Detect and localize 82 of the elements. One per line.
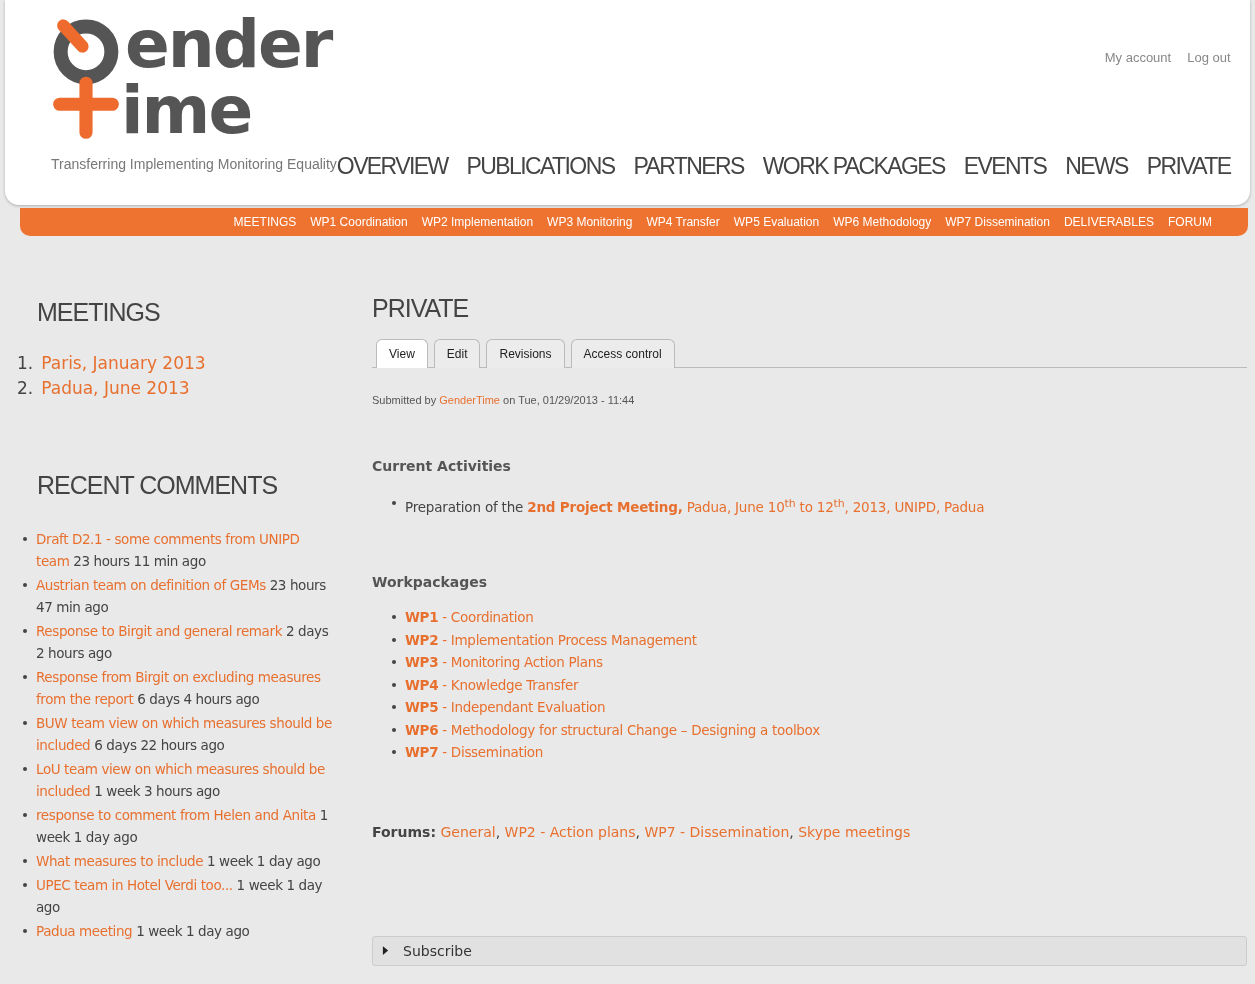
forums-line: Forums: General, WP2 - Action plans, WP7 - Dissemination, Skype meetings — [372, 823, 912, 840]
workpackage-link[interactable]: WP3 - Monitoring Action Plans — [405, 651, 603, 674]
bullet-icon — [23, 859, 27, 863]
tab[interactable]: Edit — [433, 339, 481, 368]
logo-text: ime — [121, 78, 253, 144]
bullet-icon — [23, 721, 27, 725]
subnav-link[interactable]: WP1 Coordination — [310, 215, 408, 229]
subscribe-toggle[interactable]: Subscribe — [372, 935, 1247, 966]
bullet-icon — [23, 767, 27, 771]
meeting-link[interactable]: Paris, January 2013 — [41, 351, 206, 376]
workpackage-link[interactable]: WP7 - Dissemination — [405, 741, 544, 764]
section-heading: Workpackages — [372, 574, 489, 590]
bullet-icon — [392, 501, 396, 505]
bullet-icon — [23, 883, 27, 887]
workpackage-link[interactable]: WP6 - Methodology for structural Change – Designing a toolbox — [405, 718, 820, 741]
subnav-link[interactable]: WP7 Dissemination — [945, 215, 1050, 229]
comment-entry[interactable]: Response from Birgit on excluding measures from the report 6 days 4 hours ago — [36, 666, 336, 710]
bullet-icon — [23, 629, 27, 633]
comment-entry[interactable]: Austrian team on definition of GEMs 23 hours 47 min ago — [36, 574, 336, 618]
nav-link[interactable]: OVERVIEW — [336, 153, 448, 180]
comment-entry[interactable]: What measures to include 1 week 1 day ago — [36, 850, 336, 872]
submitted-info: Submitted by GenderTime on Tue, 01/29/2013 - 11:44 — [372, 394, 636, 406]
page-title: PRIVATE — [372, 294, 470, 323]
tab[interactable]: Access control — [570, 339, 675, 368]
nav-link[interactable]: PUBLICATIONS — [466, 153, 615, 180]
workpackage-link[interactable]: WP1 - Coordination — [405, 606, 534, 629]
forum-topic-link[interactable]: WP7 - Dissemination — [644, 823, 790, 840]
bullet-icon — [23, 813, 27, 817]
bullet-icon — [392, 660, 396, 664]
comment-entry[interactable]: UPEC team in Hotel Verdi too... 1 week 1 day ago — [36, 874, 336, 918]
subnav-link[interactable]: WP2 Implementation — [421, 215, 534, 229]
comment-entry[interactable]: Padua meeting 1 week 1 day ago — [36, 920, 336, 942]
subnav-link[interactable]: DELIVERABLES — [1063, 215, 1154, 229]
forum-topic-link[interactable]: General — [440, 823, 496, 840]
bullet-icon — [23, 675, 27, 679]
list-number: 2. — [17, 377, 34, 400]
bullet-icon — [23, 929, 27, 933]
author-link[interactable]: GenderTime — [439, 394, 500, 406]
subnav-link[interactable]: MEETINGS — [233, 215, 297, 229]
bullet-icon — [392, 750, 396, 754]
block-title: MEETINGS — [37, 298, 161, 327]
subnav-link[interactable]: FORUM — [1168, 215, 1212, 229]
caret-icon — [382, 946, 389, 955]
bullet-icon — [392, 727, 396, 732]
logo-symbol-icon — [51, 16, 121, 140]
forum-topic-link[interactable]: Skype meetings — [798, 823, 911, 840]
list-number: 1. — [17, 352, 34, 375]
block-title: RECENT COMMENTS — [37, 471, 279, 500]
subnav-link[interactable]: WP4 Transfer — [646, 215, 720, 229]
bullet-icon — [23, 537, 27, 541]
workpackage-link[interactable]: WP4 - Knowledge Transfer — [405, 673, 579, 696]
bullet-icon — [392, 615, 396, 619]
subnav-link[interactable]: WP5 Evaluation — [733, 215, 820, 229]
subnav-link[interactable]: WP3 Monitoring — [547, 215, 633, 229]
comment-entry[interactable]: Response to Birgit and general remark 2 days 2 hours ago — [36, 620, 336, 664]
comment-entry[interactable]: BUW team view on which measures should be included 6 days 22 hours ago — [36, 712, 336, 756]
workpackage-link[interactable]: WP2 - Implementation Process Management — [405, 628, 697, 651]
nav-link[interactable]: WORK PACKAGES — [762, 153, 945, 180]
workpackage-link[interactable]: WP5 - Independant Evaluation — [405, 696, 606, 719]
bullet-icon — [392, 705, 396, 709]
meeting-link[interactable]: Padua, June 2013 — [41, 376, 190, 401]
comment-entry[interactable]: LoU team view on which measures should be included 1 week 3 hours ago — [36, 758, 336, 802]
meeting-link[interactable]: 2nd Project Meeting, Padua, June 10$^{th}$ to 12$^{th}$, 2013, UNIPD, Padua — [527, 498, 985, 515]
activity-text: Preparation of the 2nd Project Meeting, Padua, June 10$^{th}$ to 12$^{th}$, 2013, UNIPD, Padua — [405, 495, 985, 517]
user-link[interactable]: Log out — [1187, 50, 1231, 65]
nav-link[interactable]: EVENTS — [963, 153, 1047, 180]
nav-link[interactable]: PARTNERS — [633, 153, 744, 180]
nav-link[interactable]: PRIVATE — [1146, 153, 1231, 180]
forum-topic-link[interactable]: WP2 - Action plans — [504, 823, 636, 840]
logo-text: ender — [125, 12, 332, 78]
section-heading: Current Activities — [372, 458, 512, 474]
tab[interactable]: Revisions — [486, 339, 565, 368]
comment-entry[interactable]: Draft D2.1 - some comments from UNIPD team 23 hours 11 min ago — [36, 528, 336, 572]
subnav-link[interactable]: WP6 Methodology — [833, 215, 932, 229]
comment-entry[interactable]: response to comment from Helen and Anita 1 week 1 day ago — [36, 804, 336, 848]
user-link[interactable]: My account — [1104, 50, 1172, 65]
nav-link[interactable]: NEWS — [1065, 153, 1128, 180]
tab[interactable]: View — [376, 339, 428, 368]
bullet-icon — [23, 583, 27, 587]
bullet-icon — [392, 682, 396, 687]
tagline: Transferring Implementing Monitoring Equality — [51, 156, 337, 172]
bullet-icon — [392, 637, 396, 642]
